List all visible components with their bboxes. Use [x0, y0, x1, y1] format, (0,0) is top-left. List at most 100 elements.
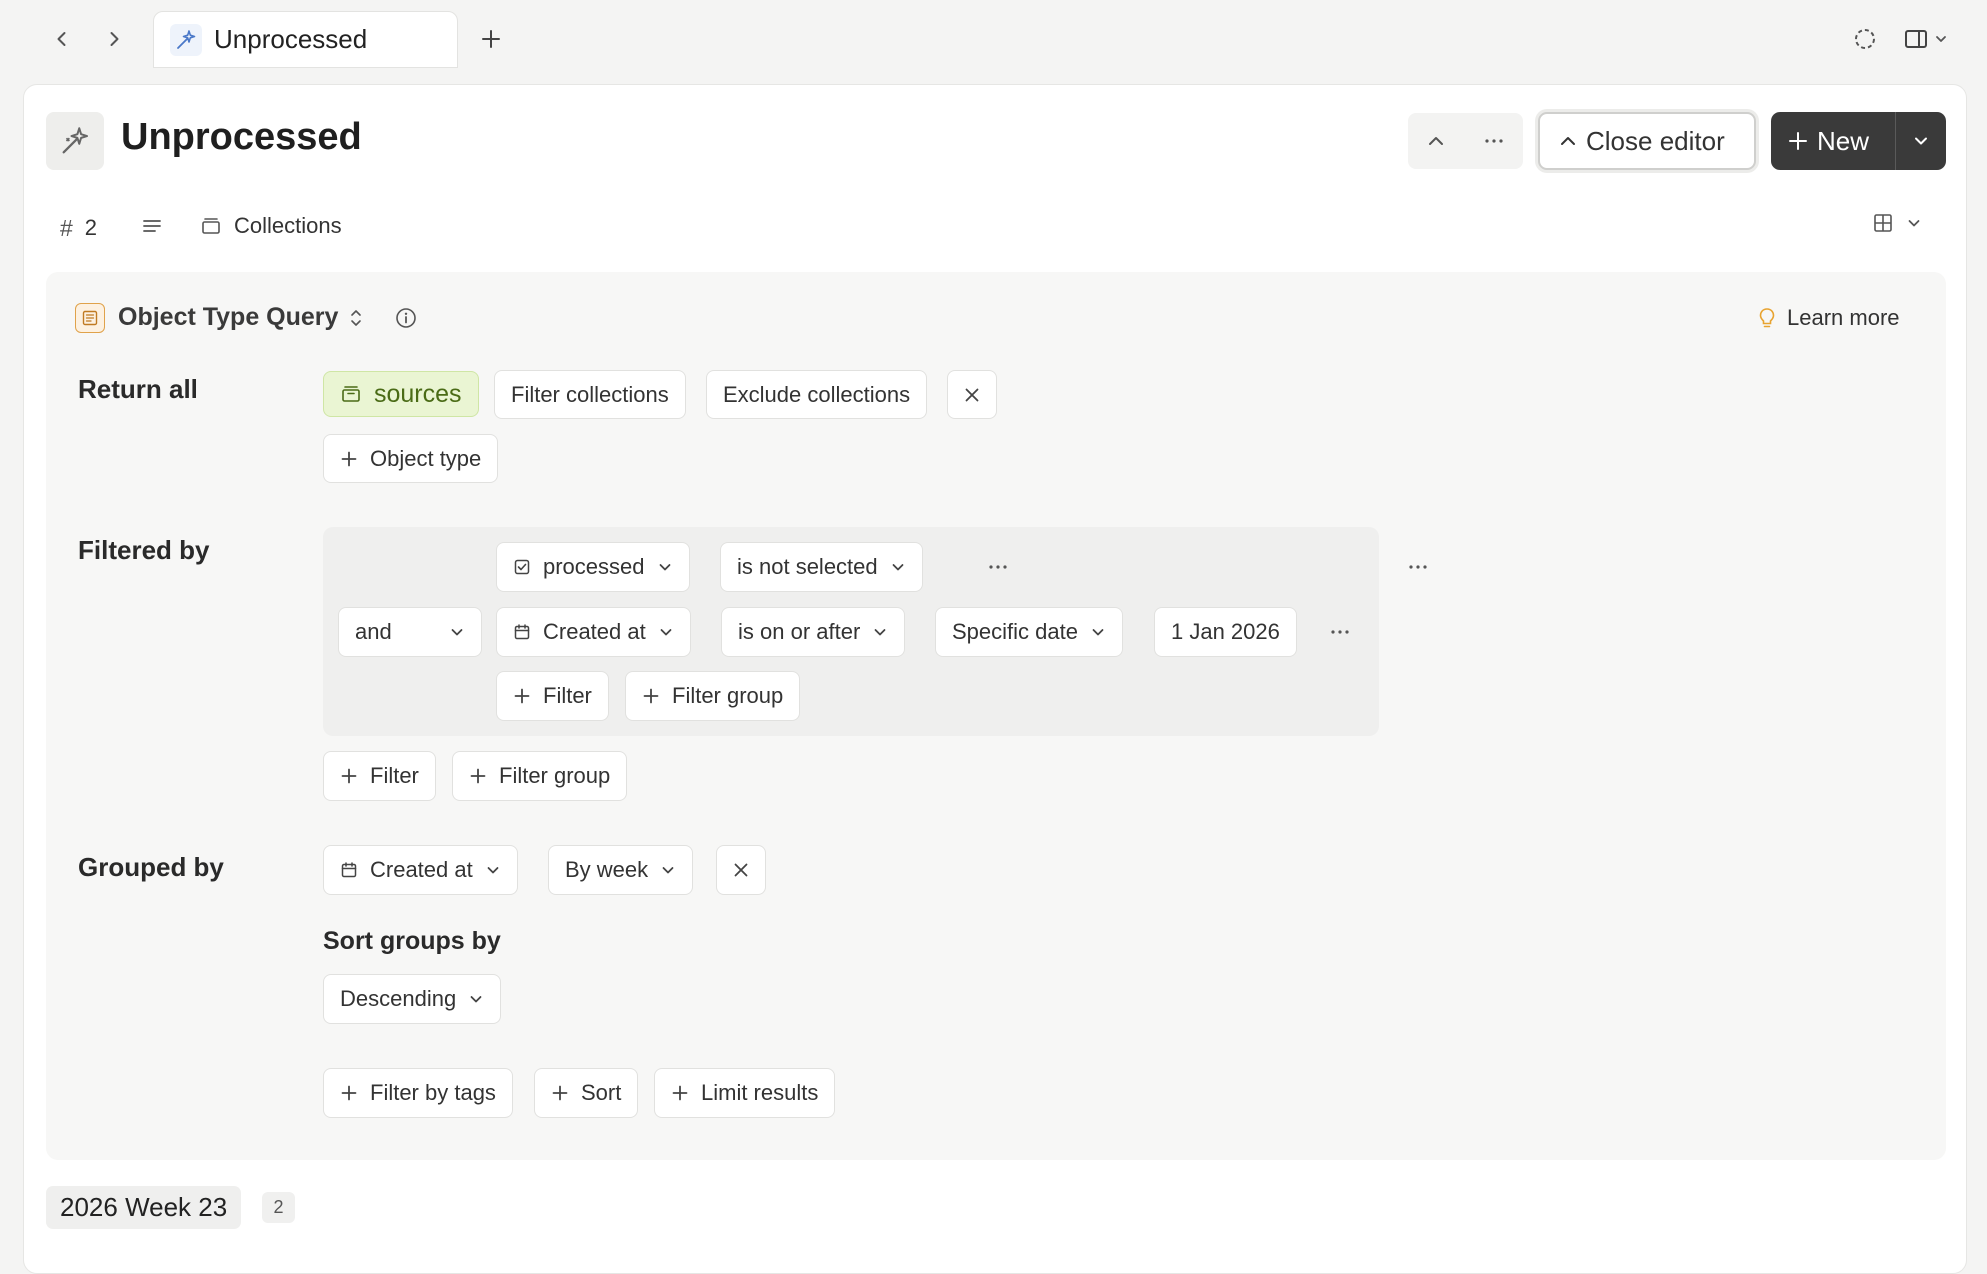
ellipsis-icon: [1485, 139, 1503, 143]
plus-icon: [642, 687, 660, 705]
add-sort-button[interactable]: Sort: [534, 1068, 639, 1118]
ellipsis-icon: [989, 565, 1007, 569]
calendar-icon: [340, 861, 358, 879]
result-group-title: 2026 Week 23: [60, 1192, 228, 1222]
add-filter-by-tags-button[interactable]: Filter by tags: [323, 1068, 513, 1118]
date-mode-select[interactable]: Specific date: [935, 607, 1123, 657]
filter-row-menu-button[interactable]: [980, 549, 1016, 585]
filter-collections-button[interactable]: Filter collections: [494, 370, 686, 419]
add-inner-filter-button[interactable]: Filter: [496, 671, 609, 721]
learn-more-label: Learn more: [1787, 305, 1900, 330]
info-icon: [396, 308, 416, 328]
add-limit-results-label: Limit results: [701, 1080, 819, 1105]
chevron-right-icon: [110, 32, 119, 46]
chevron-down-icon: [485, 862, 501, 878]
filter-property-label: processed: [543, 554, 645, 579]
result-group-header[interactable]: 2026 Week 23: [46, 1186, 242, 1229]
sidebar-panel-icon: [1905, 30, 1927, 48]
ellipsis-icon: [1409, 565, 1427, 569]
new-dropdown-button[interactable]: [1896, 112, 1946, 170]
chevron-down-icon: [449, 624, 465, 640]
filter-operator-select[interactable]: is on or after: [721, 607, 906, 657]
page-icon[interactable]: [46, 112, 104, 170]
close-editor-button[interactable]: Close editor: [1538, 112, 1756, 170]
chevron-updown-icon: [351, 309, 362, 326]
sync-button[interactable]: [1849, 23, 1881, 55]
checkbox-icon: [513, 558, 531, 576]
new-button-group: New: [1771, 112, 1946, 170]
tab-unprocessed[interactable]: Unprocessed: [153, 11, 458, 68]
date-value-input[interactable]: 1 Jan 2026: [1154, 607, 1297, 657]
plus-icon: [671, 1084, 689, 1102]
date-mode-label: Specific date: [952, 619, 1078, 644]
collection-icon: [340, 383, 362, 405]
filter-property-select[interactable]: Created at: [496, 607, 691, 657]
learn-more-link[interactable]: Learn more: [1757, 305, 1900, 331]
forward-button[interactable]: [98, 23, 130, 55]
lightbulb-icon: [1759, 308, 1775, 328]
chevron-down-icon: [468, 991, 484, 1007]
group-property-select[interactable]: Created at: [323, 845, 518, 895]
collections-button[interactable]: Collections: [200, 213, 342, 239]
tab-title: Unprocessed: [214, 24, 368, 54]
filter-property-select[interactable]: processed: [496, 542, 690, 592]
source-collection-label: sources: [374, 379, 462, 408]
group-interval-select[interactable]: By week: [548, 845, 694, 895]
exclude-collections-button[interactable]: Exclude collections: [706, 370, 928, 419]
item-count[interactable]: # 2: [60, 214, 97, 242]
source-collection-chip[interactable]: sources: [323, 371, 479, 417]
filter-operator-label: is not selected: [737, 554, 878, 579]
sidebar-toggle-button[interactable]: [1898, 23, 1954, 55]
filter-property-label: Created at: [543, 619, 646, 644]
query-info-button[interactable]: [394, 306, 418, 330]
plus-icon: [340, 1084, 358, 1102]
ellipsis-icon: [1331, 630, 1349, 634]
new-button[interactable]: New: [1771, 112, 1895, 170]
add-filter-group-button[interactable]: Filter group: [452, 751, 628, 801]
plus-icon: [340, 450, 358, 468]
dashed-circle-icon: [1855, 29, 1875, 49]
query-type-selector[interactable]: Object Type Query: [118, 303, 364, 332]
remove-grouping-button[interactable]: [716, 845, 766, 895]
more-options-button[interactable]: [1476, 123, 1512, 159]
collections-label: Collections: [234, 213, 342, 238]
sort-order-select[interactable]: Descending: [323, 974, 502, 1024]
add-limit-results-button[interactable]: Limit results: [654, 1068, 836, 1118]
add-object-type-button[interactable]: Object type: [323, 434, 499, 483]
close-icon: [965, 388, 979, 401]
filter-row-menu-button[interactable]: [1322, 614, 1358, 650]
close-icon: [734, 863, 748, 877]
chevron-up-icon: [1429, 137, 1443, 145]
back-button[interactable]: [46, 23, 78, 55]
add-inner-filter-group-button[interactable]: Filter group: [625, 671, 801, 721]
chevron-down-icon: [1090, 624, 1106, 640]
remove-collection-button[interactable]: [947, 370, 997, 419]
item-count-value: 2: [84, 215, 98, 240]
add-inner-filter-group-label: Filter group: [672, 683, 784, 708]
view-switcher[interactable]: [1872, 212, 1922, 234]
plus-icon: [1789, 132, 1807, 150]
plus-icon: [513, 687, 531, 705]
chevron-left-icon: [57, 32, 66, 46]
description-button[interactable]: [141, 216, 163, 238]
chevron-down-icon: [1908, 220, 1920, 227]
add-filter-label: Filter: [370, 763, 419, 788]
sparkle-wand-icon: [62, 127, 89, 154]
collection-stack-icon: [202, 218, 220, 234]
filter-operator-select[interactable]: is not selected: [720, 542, 923, 592]
chevron-up-icon: [1561, 137, 1575, 145]
add-filter-group-label: Filter group: [499, 763, 611, 788]
conjunction-select[interactable]: and: [338, 607, 482, 657]
plus-icon: [551, 1084, 569, 1102]
add-object-type-label: Object type: [370, 445, 482, 471]
add-filter-button[interactable]: Filter: [323, 751, 436, 801]
filter-group-menu-button[interactable]: [1400, 549, 1436, 585]
group-property-label: Created at: [370, 857, 473, 882]
sort-order-label: Descending: [340, 986, 457, 1011]
hash-icon: #: [60, 214, 73, 241]
collapse-button[interactable]: [1418, 123, 1454, 159]
add-inner-filter-label: Filter: [543, 683, 592, 708]
chevron-down-icon: [657, 559, 673, 575]
new-tab-button[interactable]: [475, 23, 507, 55]
chevron-down-icon: [890, 559, 906, 575]
